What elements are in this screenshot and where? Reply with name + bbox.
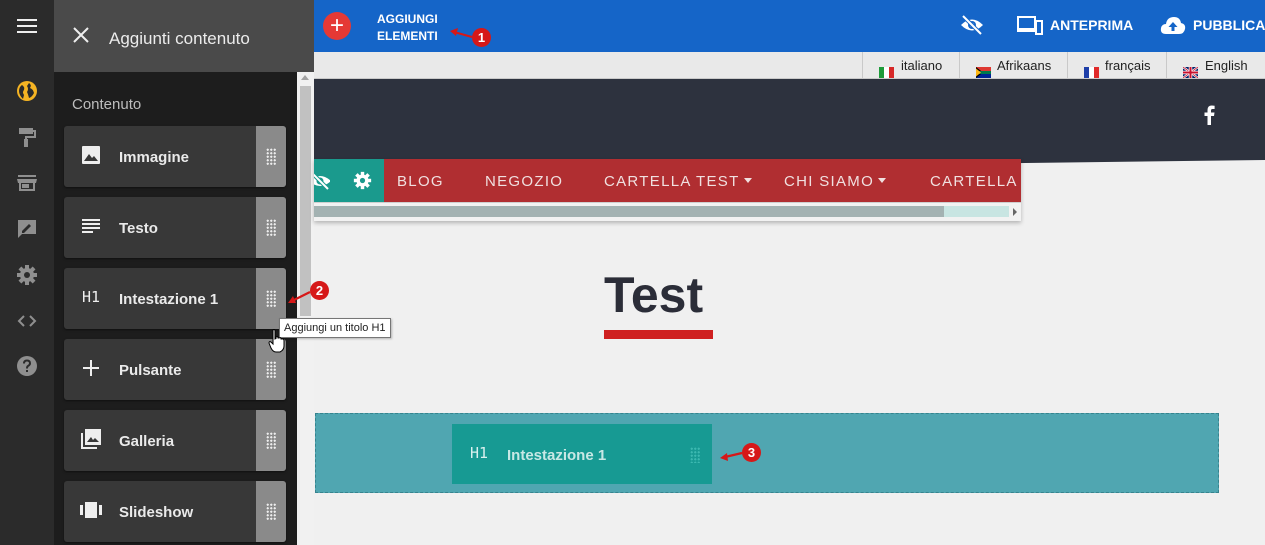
store-icon[interactable] bbox=[15, 171, 39, 195]
h1-icon: H1 bbox=[470, 444, 489, 462]
nav-label: NEGOZIO bbox=[485, 173, 564, 190]
drag-handle-icon[interactable] bbox=[256, 410, 286, 471]
text-icon bbox=[80, 215, 102, 237]
cloud-upload-icon[interactable] bbox=[1160, 14, 1186, 41]
nav-scrollbar[interactable] bbox=[314, 202, 1021, 221]
facebook-icon[interactable] bbox=[1203, 105, 1221, 127]
scroll-thumb[interactable] bbox=[314, 206, 944, 217]
slideshow-icon bbox=[80, 499, 102, 521]
nav-item-cartella-test[interactable]: CARTELLA TEST bbox=[604, 173, 752, 190]
nav-label: BLOG bbox=[397, 173, 444, 190]
scroll-up-icon[interactable] bbox=[301, 75, 309, 80]
flag-gb-icon bbox=[1182, 60, 1199, 79]
panel-header: Aggiunti contenuto bbox=[54, 0, 314, 72]
caret-down-icon bbox=[878, 178, 887, 183]
heading-underline bbox=[604, 330, 713, 339]
devices-icon[interactable] bbox=[1017, 16, 1043, 41]
lang-afrikaans[interactable]: Afrikaans bbox=[959, 52, 1067, 79]
content-item-image[interactable]: Immagine bbox=[64, 126, 286, 187]
drag-handle-icon[interactable] bbox=[256, 197, 286, 258]
language-bar: italiano Afrikaans français English bbox=[314, 52, 1265, 79]
gear-icon[interactable] bbox=[353, 171, 372, 195]
nav-item-negozio[interactable]: NEGOZIO bbox=[485, 173, 563, 190]
gear-icon[interactable] bbox=[15, 263, 39, 287]
help-icon[interactable] bbox=[15, 354, 39, 378]
content-item-label: Galleria bbox=[119, 433, 175, 450]
site-navigation: BLOG NEGOZIO CARTELLA TEST CHI SIAMO CAR… bbox=[314, 159, 1021, 221]
scroll-right-icon[interactable] bbox=[1013, 208, 1017, 216]
nav-item-chi-siamo[interactable]: CHI SIAMO bbox=[784, 173, 887, 190]
panel-title: Aggiunti contenuto bbox=[109, 29, 250, 48]
content-item-button[interactable]: Pulsante bbox=[64, 339, 286, 400]
code-icon[interactable] bbox=[15, 309, 39, 333]
lang-label: italiano bbox=[901, 58, 943, 73]
preview-button[interactable]: ANTEPRIMA bbox=[1050, 17, 1133, 33]
nav-label: CARTELLA T bbox=[930, 173, 1021, 190]
dragged-element-label: Intestazione 1 bbox=[507, 447, 607, 464]
top-toolbar: + AGGIUNGI ELEMENTI ANTEPRIMA PUBBLICA bbox=[314, 0, 1265, 52]
drag-handle-icon[interactable] bbox=[256, 126, 286, 187]
image-icon bbox=[80, 144, 102, 166]
annotation-badge: 2 bbox=[310, 281, 329, 300]
add-elements-label[interactable]: AGGIUNGI ELEMENTI bbox=[377, 11, 467, 45]
hand-cursor-icon bbox=[268, 329, 286, 353]
hide-eye-icon[interactable] bbox=[314, 171, 330, 191]
nav-item-cartella-t[interactable]: CARTELLA T bbox=[930, 173, 1021, 190]
icon-rail bbox=[0, 0, 54, 545]
plus-icon bbox=[80, 357, 102, 379]
publish-button[interactable]: PUBBLICA bbox=[1193, 17, 1265, 33]
section-label: Contenuto bbox=[72, 96, 142, 113]
content-item-label: Slideshow bbox=[119, 504, 194, 521]
caret-down-icon bbox=[743, 178, 752, 183]
content-item-gallery[interactable]: Galleria bbox=[64, 410, 286, 471]
lang-francais[interactable]: français bbox=[1067, 52, 1166, 79]
flag-fr-icon bbox=[1084, 60, 1099, 78]
dragged-heading-element[interactable]: H1 Intestazione 1 bbox=[452, 424, 712, 484]
paint-roller-icon[interactable] bbox=[15, 125, 39, 149]
tooltip: Aggiungi un titolo H1 bbox=[279, 318, 391, 338]
close-icon[interactable] bbox=[72, 26, 92, 46]
hide-eye-icon[interactable] bbox=[960, 14, 984, 41]
content-item-heading-1[interactable]: H1 Intestazione 1 bbox=[64, 268, 286, 329]
globe-icon[interactable] bbox=[15, 79, 39, 103]
content-item-text[interactable]: Testo bbox=[64, 197, 286, 258]
panel-scrollbar[interactable] bbox=[297, 72, 314, 545]
annotation-badge: 3 bbox=[742, 443, 761, 462]
lang-english[interactable]: English bbox=[1166, 52, 1265, 79]
hamburger-menu-icon[interactable] bbox=[0, 0, 54, 52]
content-item-label: Testo bbox=[119, 220, 158, 237]
content-item-slideshow[interactable]: Slideshow bbox=[64, 481, 286, 542]
drag-handle-icon[interactable] bbox=[256, 481, 286, 542]
content-item-label: Pulsante bbox=[119, 362, 182, 379]
h1-icon: H1 bbox=[81, 288, 101, 306]
lang-label: Afrikaans bbox=[997, 58, 1052, 73]
nav-tools bbox=[314, 159, 384, 202]
lang-label: français bbox=[1105, 58, 1151, 73]
lang-italiano[interactable]: italiano bbox=[862, 52, 959, 79]
add-elements-button[interactable]: + bbox=[323, 12, 351, 40]
nav-item-blog[interactable]: BLOG bbox=[397, 173, 444, 190]
edit-post-icon[interactable] bbox=[15, 217, 39, 241]
flag-it-icon bbox=[879, 60, 894, 78]
scroll-thumb[interactable] bbox=[300, 86, 311, 316]
gallery-icon bbox=[80, 428, 102, 450]
flag-za-icon bbox=[976, 60, 991, 78]
content-item-label: Immagine bbox=[119, 149, 190, 166]
content-item-label: Intestazione 1 bbox=[119, 291, 219, 308]
scroll-track bbox=[944, 206, 1009, 217]
drag-handle-icon bbox=[690, 447, 700, 463]
nav-label: CARTELLA TEST bbox=[604, 173, 740, 190]
annotation-badge: 1 bbox=[472, 28, 491, 47]
add-content-panel: Aggiunti contenuto Contenuto Immagine Te… bbox=[54, 0, 314, 545]
lang-label: English bbox=[1205, 58, 1248, 73]
nav-label: CHI SIAMO bbox=[784, 173, 875, 190]
drop-zone[interactable]: H1 Intestazione 1 bbox=[315, 413, 1219, 493]
page-heading[interactable]: Test bbox=[604, 266, 703, 324]
